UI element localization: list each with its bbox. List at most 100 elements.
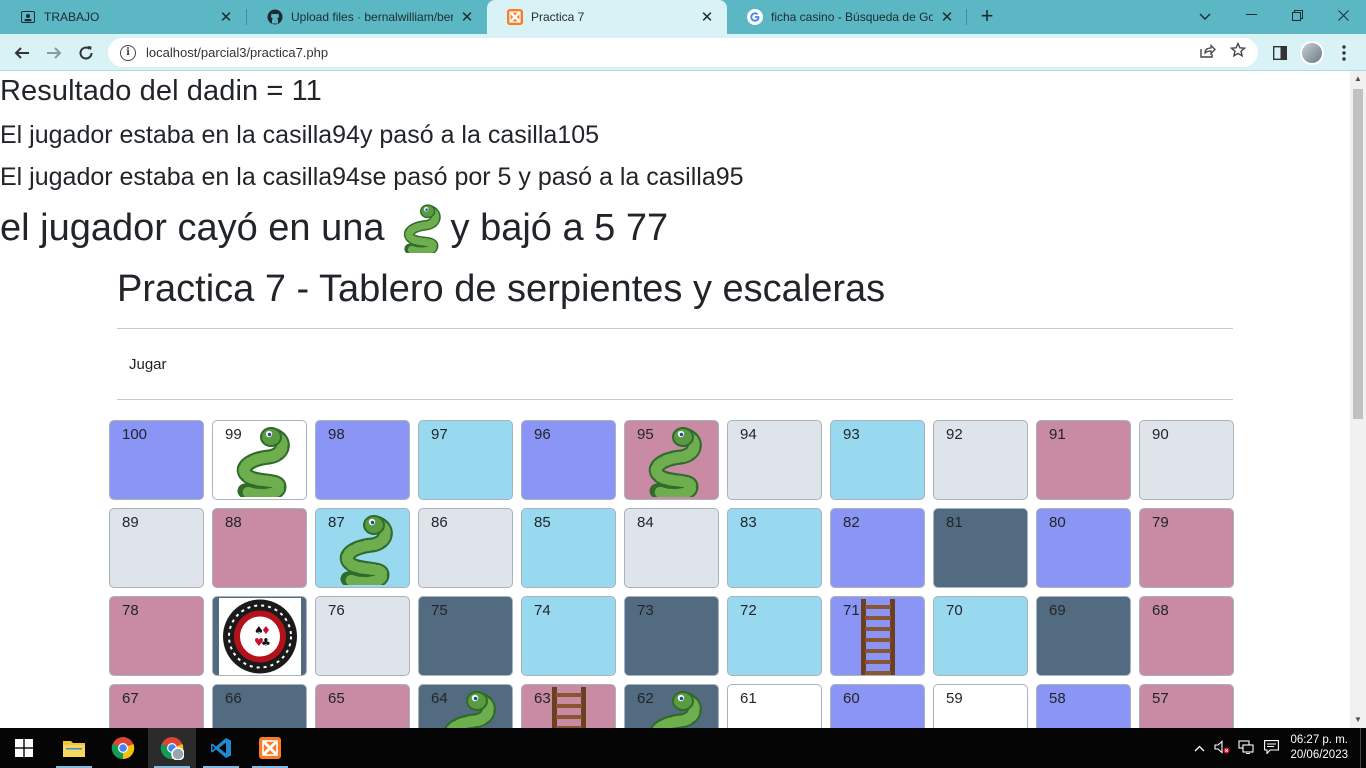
close-icon[interactable]: ✕ xyxy=(218,8,234,26)
cell-number: 73 xyxy=(637,602,654,619)
tab-title: TRABAJO xyxy=(44,10,100,24)
board-cell: 88 xyxy=(212,508,307,588)
close-icon[interactable]: ✕ xyxy=(699,8,715,26)
cell-number: 74 xyxy=(534,602,551,619)
board-cell: 90 xyxy=(1139,420,1234,500)
close-icon[interactable]: ✕ xyxy=(939,8,955,26)
board-cell: 58 xyxy=(1036,684,1131,728)
chevron-up-icon[interactable] xyxy=(1188,741,1210,755)
board-cell: 94 xyxy=(727,420,822,500)
cell-number: 68 xyxy=(1152,602,1169,619)
xampp-icon xyxy=(507,9,523,25)
back-arrow-icon[interactable] xyxy=(8,39,36,67)
tab-google-search[interactable]: ficha casino - Búsqueda de Goog ✕ xyxy=(727,0,967,34)
tab-search-chevron-icon[interactable] xyxy=(1194,6,1216,28)
bookmark-star-icon[interactable] xyxy=(1229,41,1247,63)
cell-number: 57 xyxy=(1152,690,1169,707)
volume-muted-icon[interactable] xyxy=(1210,739,1234,757)
board-cell: 67 xyxy=(109,684,204,728)
cell-number: 85 xyxy=(534,514,551,531)
board-cell: 81 xyxy=(933,508,1028,588)
tab-practica-7[interactable]: Practica 7 ✕ xyxy=(487,0,727,34)
cell-number: 61 xyxy=(740,690,757,707)
divider xyxy=(117,328,1233,329)
clock-time: 06:27 p. m. xyxy=(1290,734,1348,746)
tab-github[interactable]: Upload files · bernalwilliam/berna ✕ xyxy=(247,0,487,34)
share-icon[interactable] xyxy=(1200,43,1216,61)
window-controls xyxy=(1228,0,1366,34)
board-cell: 71 xyxy=(830,596,925,676)
board-cell: 89 xyxy=(109,508,204,588)
network-icon[interactable] xyxy=(1234,739,1258,757)
board-cell: 57 xyxy=(1139,684,1234,728)
board-cell: 95 xyxy=(624,420,719,500)
ladder-icon xyxy=(548,687,590,728)
board-cell: 59 xyxy=(933,684,1028,728)
cell-number: 60 xyxy=(843,690,860,707)
tab-strip: TRABAJO ✕ Upload files · bernalwilliam/b… xyxy=(0,0,1366,34)
board-cell: 91 xyxy=(1036,420,1131,500)
board-cell: 82 xyxy=(830,508,925,588)
snake-icon xyxy=(397,203,443,257)
ladder-icon xyxy=(857,599,899,675)
cell-number: 91 xyxy=(1049,426,1066,443)
notifications-icon[interactable] xyxy=(1258,739,1284,757)
board-cell: 62 xyxy=(624,684,719,728)
kebab-menu-icon[interactable] xyxy=(1330,39,1358,67)
address-bar[interactable]: i localhost/parcial3/practica7.php xyxy=(108,38,1258,67)
system-tray: 06:27 p. m. 20/06/2023 xyxy=(1188,728,1366,768)
google-icon xyxy=(747,9,763,25)
window-close-icon[interactable] xyxy=(1320,0,1366,30)
scrollbar-thumb[interactable] xyxy=(1353,89,1363,419)
board-cell: 92 xyxy=(933,420,1028,500)
cell-number: 98 xyxy=(328,426,345,443)
cell-number: 96 xyxy=(534,426,551,443)
snake-message-end: y bajó a 5 77 xyxy=(450,206,669,249)
side-panel-icon[interactable] xyxy=(1266,39,1294,67)
site-info-icon[interactable]: i xyxy=(120,44,136,61)
forward-arrow-icon[interactable] xyxy=(40,39,68,67)
clock-date: 20/06/2023 xyxy=(1290,749,1348,761)
profile-avatar[interactable] xyxy=(1298,39,1326,67)
snake-icon xyxy=(639,689,705,728)
board-cell: 66 xyxy=(212,684,307,728)
reload-icon[interactable] xyxy=(72,39,100,67)
cell-number: 86 xyxy=(431,514,448,531)
minimize-icon[interactable] xyxy=(1228,0,1274,30)
cell-number: 92 xyxy=(946,426,963,443)
board-cell: 68 xyxy=(1139,596,1234,676)
cell-number: 100 xyxy=(122,426,148,443)
board-cell: 76 xyxy=(315,596,410,676)
board-cell: 79 xyxy=(1139,508,1234,588)
show-desktop-button[interactable] xyxy=(1360,728,1366,768)
github-icon xyxy=(267,9,283,25)
restore-icon[interactable] xyxy=(1274,0,1320,30)
board-cell: 80 xyxy=(1036,508,1131,588)
casino-chip-icon: ♠ ♦ ♥ ♣ xyxy=(219,598,301,675)
file-explorer-icon[interactable] xyxy=(50,728,98,768)
scroll-down-arrow-icon[interactable]: ▼ xyxy=(1350,712,1366,728)
chrome-icon[interactable] xyxy=(99,728,147,768)
snake-message-start: el jugador cayó en una xyxy=(0,206,385,249)
cell-number: 93 xyxy=(843,426,860,443)
board-cell: 73 xyxy=(624,596,719,676)
vscode-icon[interactable] xyxy=(197,728,245,768)
board-cell: 63 xyxy=(521,684,616,728)
tab-trabajo[interactable]: TRABAJO ✕ xyxy=(0,0,246,34)
cell-number: 65 xyxy=(328,690,345,707)
scroll-up-arrow-icon[interactable]: ▲ xyxy=(1350,71,1366,87)
windows-start-icon[interactable] xyxy=(0,728,48,768)
new-tab-button[interactable]: + xyxy=(975,5,999,29)
board-cell: 99 xyxy=(212,420,307,500)
taskbar-clock[interactable]: 06:27 p. m. 20/06/2023 xyxy=(1284,733,1360,763)
cell-number: 70 xyxy=(946,602,963,619)
play-link[interactable]: Jugar xyxy=(129,356,167,373)
cell-number: 83 xyxy=(740,514,757,531)
xampp-icon[interactable] xyxy=(246,728,294,768)
close-icon[interactable]: ✕ xyxy=(459,8,475,26)
page-title: Practica 7 - Tablero de serpientes y esc… xyxy=(117,268,886,310)
board-cell: 87 xyxy=(315,508,410,588)
chrome-profile-icon[interactable] xyxy=(148,728,196,768)
board-cell: 60 xyxy=(830,684,925,728)
page-scrollbar[interactable]: ▲ ▼ xyxy=(1350,71,1366,728)
